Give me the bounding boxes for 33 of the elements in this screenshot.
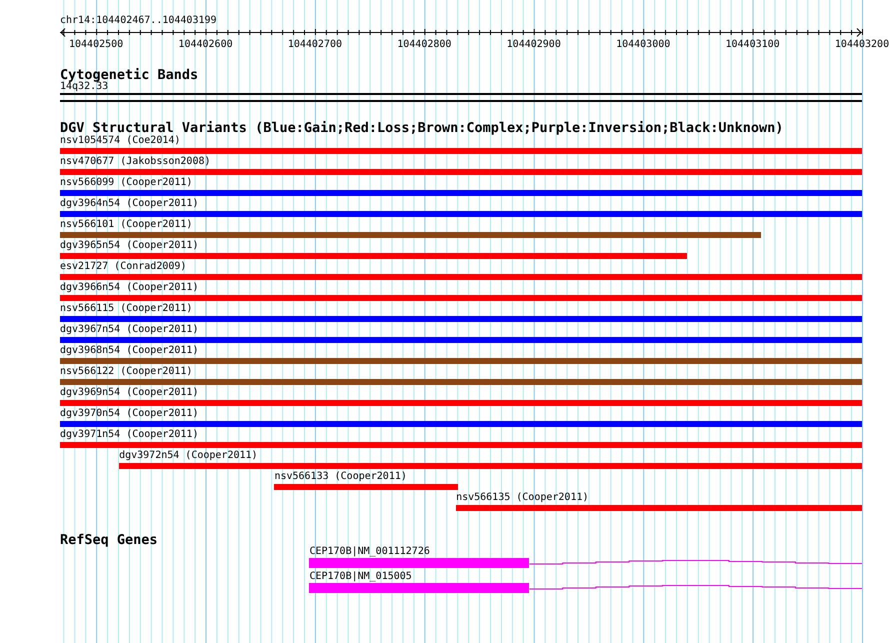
gene-label: CEP170B|NM_001112726 bbox=[309, 546, 430, 558]
variant-label: nsv566099 (Cooper2011) bbox=[60, 176, 192, 189]
variant-label: dgv3964n54 (Cooper2011) bbox=[60, 197, 198, 210]
variant-label: nsv1054574 (Coe2014) bbox=[60, 134, 180, 147]
variant-label: nsv566115 (Cooper2011) bbox=[60, 302, 192, 315]
track-title: DGV Structural Variants (Blue:Gain;Red:Loss;Brown:Complex;Purple:Inversion;Black:Unknown) bbox=[60, 122, 784, 134]
band-label: 14q32.33 bbox=[60, 81, 108, 93]
track-title: RefSeq Genes bbox=[60, 534, 158, 546]
variant-label: nsv566122 (Cooper2011) bbox=[60, 365, 192, 378]
variant-label: nsv566101 (Cooper2011) bbox=[60, 218, 192, 231]
track-title: Cytogenetic Bands bbox=[60, 69, 198, 81]
variant-label: nsv566133 (Cooper2011) bbox=[274, 470, 407, 483]
variant-label: dgv3968n54 (Cooper2011) bbox=[60, 344, 198, 357]
variant-label: nsv566135 (Cooper2011) bbox=[456, 491, 589, 504]
tick-label: 104402900 bbox=[506, 39, 561, 49]
tick-label: 104402600 bbox=[178, 39, 233, 49]
tick-label: 104403000 bbox=[616, 39, 670, 49]
tick-label: 104402500 bbox=[69, 39, 124, 49]
tick-label: 104402700 bbox=[288, 39, 342, 49]
tick-label: 104403200 bbox=[834, 39, 889, 49]
variant-label: dgv3971n54 (Cooper2011) bbox=[60, 428, 198, 441]
variant-label: dgv3972n54 (Cooper2011) bbox=[119, 449, 258, 462]
variant-label: nsv470677 (Jakobsson2008) bbox=[60, 155, 211, 168]
variant-label: dgv3970n54 (Cooper2011) bbox=[60, 407, 198, 420]
variant-label: dgv3965n54 (Cooper2011) bbox=[60, 239, 198, 252]
tick-label: 104403100 bbox=[726, 39, 780, 49]
gene-label: CEP170B|NM_015005 bbox=[309, 571, 412, 583]
variant-label: dgv3969n54 (Cooper2011) bbox=[60, 386, 198, 399]
region-label: chr14:104402467..104403199 bbox=[60, 15, 218, 27]
variant-label: esv21727 (Conrad2009) bbox=[60, 260, 186, 273]
variant-label: dgv3966n54 (Cooper2011) bbox=[60, 281, 198, 294]
variant-label: dgv3967n54 (Cooper2011) bbox=[60, 323, 198, 336]
tick-label: 104402800 bbox=[397, 39, 452, 49]
